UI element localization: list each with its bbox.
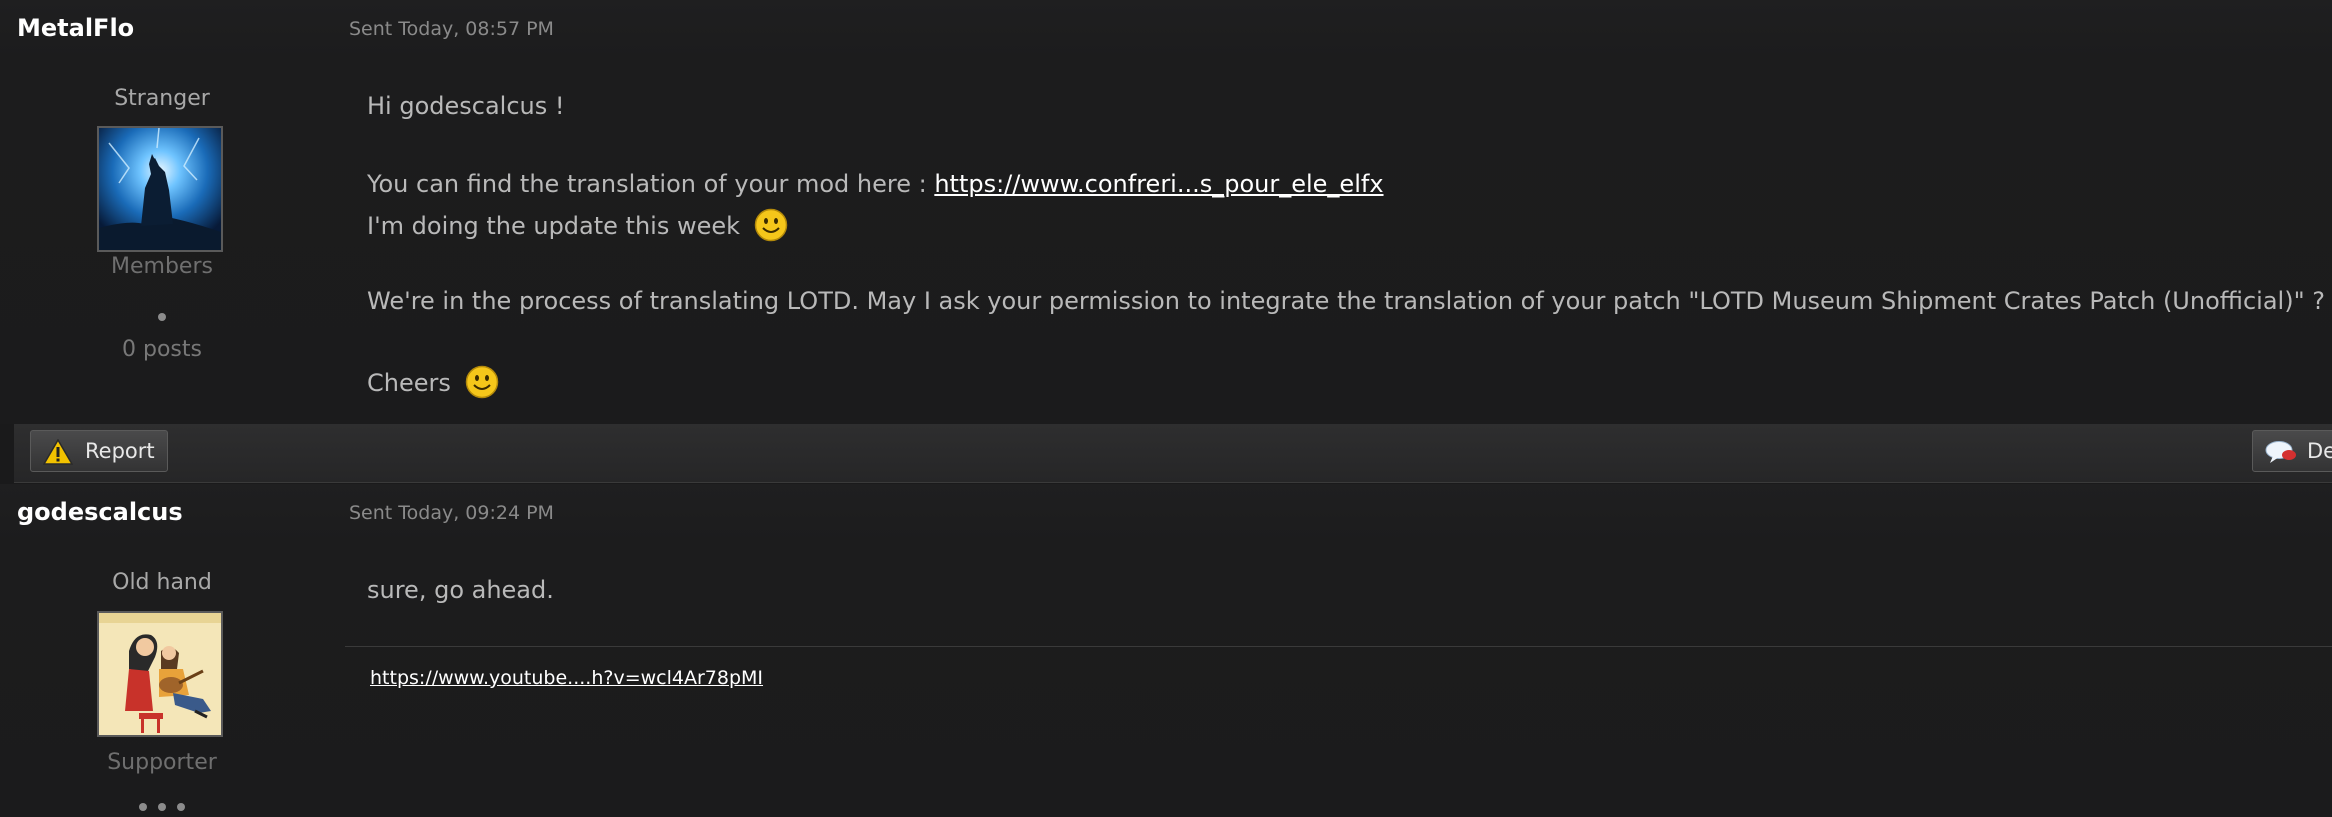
illustration-avatar-image [99,613,221,735]
message-post: godescalcus Sent Today, 09:24 PM Old han… [0,484,2332,817]
avatar[interactable] [97,611,223,737]
message-line: Cheers [367,365,499,399]
warning-icon [43,439,73,465]
sent-timestamp: Sent Today, 08:57 PM [349,18,554,40]
message-text: Cheers [367,369,451,397]
author-name[interactable]: godescalcus [17,498,183,526]
smiley-icon [754,208,787,242]
message-post: MetalFlo Sent Today, 08:57 PM Stranger M… [0,0,2332,424]
reply-button[interactable]: De [2252,430,2332,472]
message-text: I'm doing the update this week [367,212,741,240]
wolf-avatar-image [99,128,221,250]
rank-pips [0,796,324,815]
author-rank: Old hand [112,570,212,595]
message-text: You can find the translation of your mod… [367,170,935,198]
member-group: Members [111,254,213,279]
message-reply: sure, go ahead. [367,576,554,604]
post-actions-bar: Report De [14,424,2332,483]
message-line: I'm doing the update this week [367,208,788,242]
rank-pip [177,803,186,811]
signature-divider [345,646,2332,647]
smiley-icon [465,365,498,399]
author-rank: Stranger [114,86,210,111]
rank-pips [0,306,324,325]
message-thread: MetalFlo Sent Today, 08:57 PM Stranger M… [0,0,2332,817]
message-question: We're in the process of translating LOTD… [367,287,2325,315]
report-button[interactable]: Report [30,430,168,472]
signature-link[interactable]: https://www.youtube....h?v=wcl4Ar78pMI [370,667,763,689]
author-name[interactable]: MetalFlo [17,14,134,42]
rank-pip [158,313,166,321]
message-line: You can find the translation of your mod… [367,170,1384,198]
reply-label: De [2307,439,2332,463]
avatar[interactable] [97,126,223,252]
translation-link[interactable]: https://www.confreri...s_pour_ele_elfx [934,170,1383,198]
post-count: 0 posts [122,337,202,362]
sent-timestamp: Sent Today, 09:24 PM [349,502,554,524]
speech-bubble-icon [2265,441,2296,463]
member-group: Supporter [107,750,217,775]
rank-pip [158,803,166,811]
rank-pip [138,803,147,811]
report-label: Report [85,439,155,463]
message-greeting: Hi godescalcus ! [367,92,565,120]
